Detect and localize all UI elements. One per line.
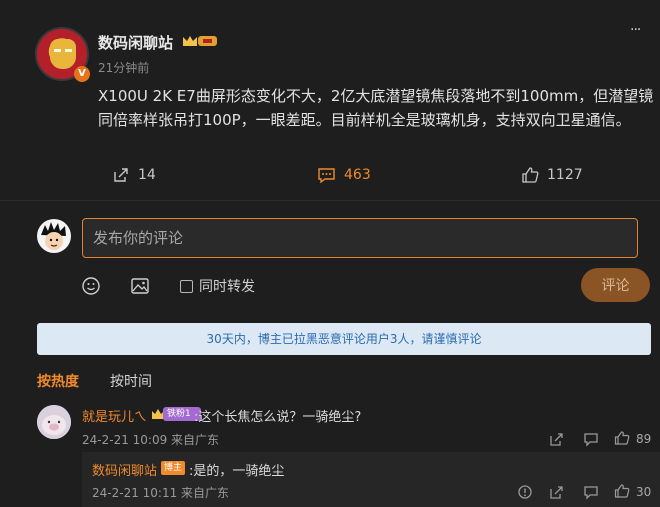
share-button[interactable]: 14 bbox=[112, 166, 156, 184]
comment-icon[interactable] bbox=[583, 484, 599, 500]
emoji-icon[interactable] bbox=[81, 276, 101, 296]
report-icon[interactable] bbox=[517, 484, 533, 500]
share-icon[interactable] bbox=[549, 484, 565, 500]
comment-text: :这个长焦怎么说？一骑绝尘? bbox=[194, 410, 362, 425]
forward-label: 同时转发 bbox=[199, 279, 255, 295]
share-count: 14 bbox=[138, 167, 156, 183]
comment-like-count: 89 bbox=[636, 432, 652, 446]
tab-sort-time[interactable]: 按时间 bbox=[110, 371, 152, 391]
reply-like-count: 30 bbox=[636, 485, 652, 499]
comment-icon bbox=[318, 168, 335, 184]
submit-comment-button[interactable]: 评论 bbox=[581, 268, 650, 302]
thumbs-up-icon bbox=[522, 167, 539, 183]
forward-checkbox-row[interactable]: 同时转发 bbox=[180, 276, 255, 296]
comment-input[interactable] bbox=[82, 218, 638, 258]
blocked-users-notice: 30天内，博主已拉黑恶意评论用户3人，请谨慎评论 bbox=[37, 323, 651, 355]
my-avatar[interactable] bbox=[37, 219, 71, 253]
ironman-mask bbox=[50, 39, 76, 69]
share-icon bbox=[114, 168, 128, 182]
comment-button[interactable]: 463 bbox=[317, 166, 371, 184]
commenter-avatar[interactable] bbox=[37, 405, 71, 439]
like-button[interactable]: 1127 bbox=[521, 166, 583, 184]
share-icon[interactable] bbox=[549, 431, 565, 447]
author-badge: 博主 bbox=[161, 461, 185, 475]
reply-author-name[interactable]: 数码闲聊站 bbox=[92, 460, 157, 479]
reply-meta: 24-2-21 10:11 来自广东 bbox=[92, 486, 230, 500]
thumbs-up-icon[interactable] bbox=[614, 483, 630, 499]
commenter-name[interactable]: 就是玩儿ㄟ bbox=[82, 406, 147, 425]
image-icon[interactable] bbox=[130, 276, 150, 296]
comment-meta: 24-2-21 10:09 来自广东 bbox=[82, 433, 220, 447]
more-options-icon[interactable]: ··· bbox=[630, 22, 641, 38]
thumbs-up-icon[interactable] bbox=[614, 430, 630, 446]
comment-count: 463 bbox=[344, 167, 371, 183]
forward-checkbox[interactable] bbox=[180, 279, 193, 293]
vip-crown-icon bbox=[183, 36, 217, 46]
divider bbox=[0, 200, 660, 201]
goku-avatar-image bbox=[41, 222, 66, 250]
tab-sort-hot[interactable]: 按热度 bbox=[37, 371, 79, 391]
verified-badge: V bbox=[74, 66, 90, 82]
comment-icon[interactable] bbox=[583, 431, 599, 447]
reply-text: :是的，一骑绝尘 bbox=[189, 464, 285, 479]
like-count: 1127 bbox=[547, 167, 583, 183]
pig-avatar-image bbox=[37, 405, 71, 439]
post-text: X100U 2K E7曲屏形态变化不大，2亿大底潜望镜焦段落地不到100mm，但… bbox=[98, 87, 654, 129]
author-name[interactable]: 数码闲聊站 bbox=[98, 32, 173, 53]
post-timestamp: 21分钟前 bbox=[98, 61, 150, 75]
